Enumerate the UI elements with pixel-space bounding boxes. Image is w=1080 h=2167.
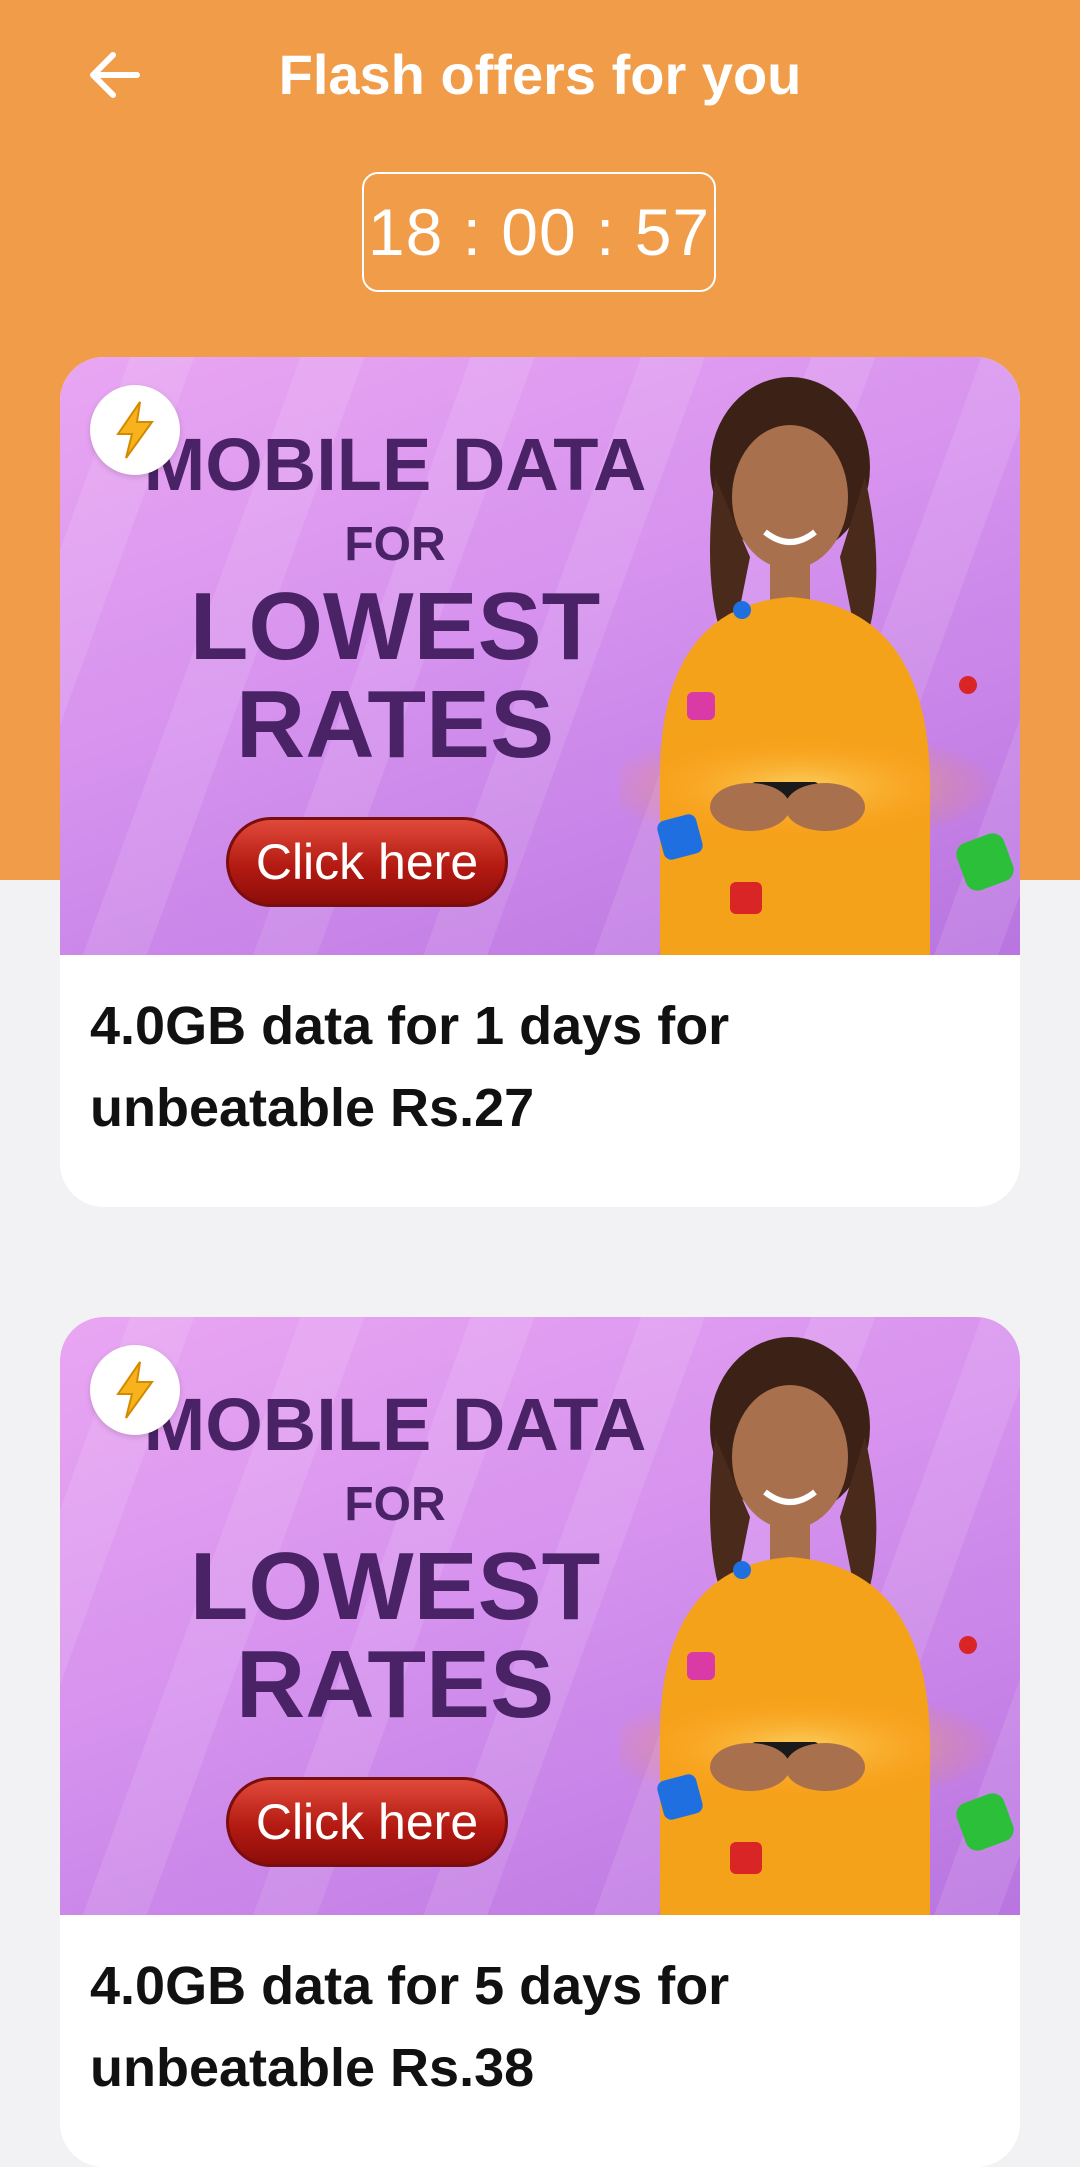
offer-description: 4.0GB data for 5 days for unbeatable Rs.… — [90, 1945, 990, 2109]
app-header: Flash offers for you — [0, 0, 1080, 150]
lightning-icon — [116, 1361, 154, 1419]
offer-banner[interactable]: MOBILE DATA FOR LOWEST RATES Click here — [60, 1317, 1020, 1915]
countdown-timer: 18 : 00 : 57 — [362, 172, 716, 292]
banner-headline: MOBILE DATA — [143, 423, 647, 506]
offer-description-line: unbeatable Rs.38 — [90, 2038, 535, 2098]
offer-banner[interactable]: MOBILE DATA FOR LOWEST RATES Click here — [60, 357, 1020, 955]
offer-description-line: 4.0GB data for 1 days for — [90, 996, 730, 1056]
click-here-button[interactable]: Click here — [226, 1777, 508, 1867]
banner-rates: RATES — [235, 671, 555, 778]
banner-lowest: LOWEST — [189, 573, 601, 680]
offer-card[interactable]: MOBILE DATA FOR LOWEST RATES Click here — [60, 1317, 1020, 2167]
offer-description-line: unbeatable Rs.27 — [90, 1078, 535, 1138]
lightning-icon — [116, 401, 154, 459]
banner-lowest: LOWEST — [189, 1533, 601, 1640]
banner-subhead: FOR — [344, 518, 446, 571]
offer-description: 4.0GB data for 1 days for unbeatable Rs.… — [90, 985, 990, 1149]
banner-subhead: FOR — [344, 1478, 446, 1531]
countdown-value: 18 : 00 : 57 — [367, 195, 711, 269]
page-title: Flash offers for you — [278, 43, 802, 106]
woman-with-phone-image — [620, 1337, 1014, 1915]
woman-with-phone-image — [620, 377, 1014, 955]
flash-badge — [90, 385, 180, 475]
flash-badge — [90, 1345, 180, 1435]
banner-headline: MOBILE DATA — [143, 1383, 647, 1466]
offer-description-line: 4.0GB data for 5 days for — [90, 1956, 730, 2016]
offer-card[interactable]: MOBILE DATA FOR LOWEST RATES Click here — [60, 357, 1020, 1207]
click-here-button[interactable]: Click here — [226, 817, 508, 907]
banner-rates: RATES — [235, 1631, 555, 1738]
